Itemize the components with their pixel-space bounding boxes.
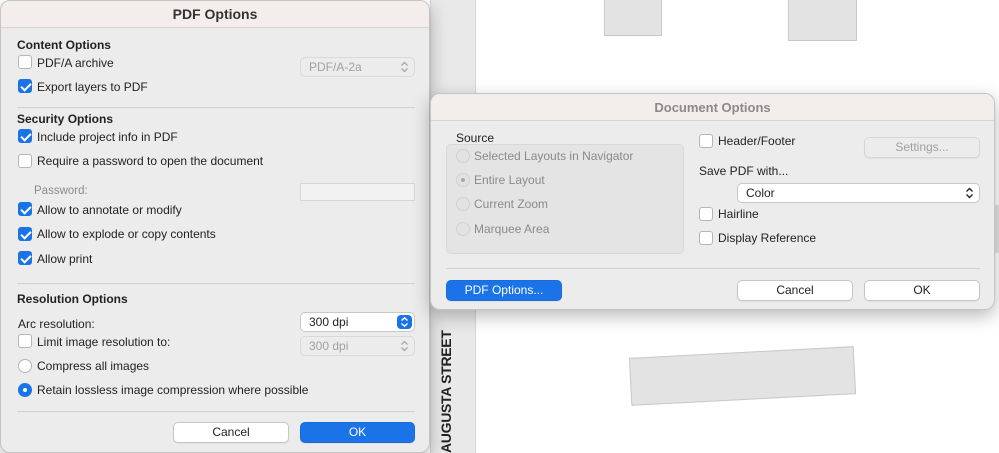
source-option-label: Selected Layouts in Navigator	[474, 149, 634, 163]
annotate-checkbox[interactable]	[18, 202, 32, 216]
separator	[17, 107, 415, 108]
compress-all-label: Compress all images	[37, 359, 150, 373]
annotate-label: Allow to annotate or modify	[37, 203, 182, 217]
export-layers-label: Export layers to PDF	[37, 80, 148, 94]
source-radio-marquee-area[interactable]	[456, 222, 470, 236]
settings-button[interactable]: Settings...	[864, 137, 980, 158]
pdf-options-title: PDF Options	[1, 1, 429, 28]
color-select-value: Color	[746, 186, 775, 200]
updown-chevron-icon	[401, 61, 408, 73]
save-pdf-with-label: Save PDF with...	[699, 164, 789, 178]
retain-lossless-label: Retain lossless image compression where …	[37, 383, 309, 397]
doc-cancel-button[interactable]: Cancel	[737, 280, 853, 301]
resolution-options-title: Resolution Options	[17, 292, 128, 306]
doc-ok-button[interactable]: OK	[864, 280, 980, 301]
pdf-options-button[interactable]: PDF Options...	[446, 280, 562, 301]
stepper-icon	[397, 315, 412, 329]
allow-print-checkbox[interactable]	[18, 251, 32, 265]
source-option-label: Marquee Area	[474, 222, 550, 236]
pdfa-select-value: PDF/A-2a	[309, 60, 362, 74]
compress-all-radio[interactable]	[18, 359, 32, 373]
building-block	[788, 0, 857, 41]
header-footer-label: Header/Footer	[718, 134, 796, 148]
include-info-label: Include project info in PDF	[37, 130, 178, 144]
require-password-checkbox[interactable]	[18, 154, 32, 168]
document-options-dialog: Document Options Source Selected Layouts…	[430, 93, 995, 310]
arc-resolution-label: Arc resolution:	[18, 317, 95, 331]
separator	[17, 411, 415, 412]
hairline-checkbox[interactable]	[699, 207, 713, 221]
allow-print-label: Allow print	[37, 252, 93, 266]
limit-resolution-select[interactable]: 300 dpi	[300, 336, 415, 356]
retain-lossless-radio[interactable]	[18, 383, 32, 397]
color-select[interactable]: Color	[737, 183, 980, 203]
source-option-label: Current Zoom	[474, 197, 549, 211]
building-block	[628, 346, 857, 406]
limit-resolution-checkbox[interactable]	[18, 334, 32, 348]
source-option-label: Entire Layout	[474, 173, 545, 187]
separator	[17, 283, 415, 284]
pdfa-select[interactable]: PDF/A-2a	[300, 57, 415, 77]
separator	[446, 268, 980, 269]
display-reference-checkbox[interactable]	[699, 231, 713, 245]
updown-chevron-icon	[401, 340, 408, 352]
limit-resolution-value: 300 dpi	[309, 339, 349, 353]
include-info-checkbox[interactable]	[18, 129, 32, 143]
source-radio-selected-layouts[interactable]	[456, 149, 470, 163]
limit-resolution-label: Limit image resolution to:	[37, 335, 171, 349]
password-field[interactable]	[300, 183, 415, 201]
pdfa-checkbox[interactable]	[18, 55, 32, 69]
building-block	[604, 0, 662, 36]
security-options-title: Security Options	[17, 112, 114, 126]
source-radio-entire-layout[interactable]	[456, 173, 470, 187]
hairline-label: Hairline	[718, 207, 759, 221]
document-options-title: Document Options	[431, 94, 994, 121]
header-footer-checkbox[interactable]	[699, 134, 713, 148]
source-radio-current-zoom[interactable]	[456, 197, 470, 211]
pdf-ok-button[interactable]: OK	[300, 422, 415, 443]
explode-copy-checkbox[interactable]	[18, 227, 32, 241]
explode-copy-label: Allow to explode or copy contents	[37, 227, 216, 241]
pdf-cancel-button[interactable]: Cancel	[173, 422, 289, 443]
export-layers-checkbox[interactable]	[18, 79, 32, 93]
arc-resolution-select[interactable]: 300 dpi	[300, 312, 415, 332]
display-reference-label: Display Reference	[718, 231, 817, 245]
source-label: Source	[456, 131, 495, 145]
updown-chevron-icon	[966, 187, 973, 199]
arc-resolution-value: 300 dpi	[309, 315, 349, 329]
pdf-options-dialog: PDF Options Content Options PDF/A archiv…	[0, 0, 430, 453]
password-label: Password:	[34, 185, 88, 197]
street-label: AUGUSTA STREET	[438, 330, 454, 453]
require-password-label: Require a password to open the document	[37, 154, 264, 168]
content-options-title: Content Options	[17, 38, 111, 52]
pdfa-label: PDF/A archive	[37, 56, 114, 70]
